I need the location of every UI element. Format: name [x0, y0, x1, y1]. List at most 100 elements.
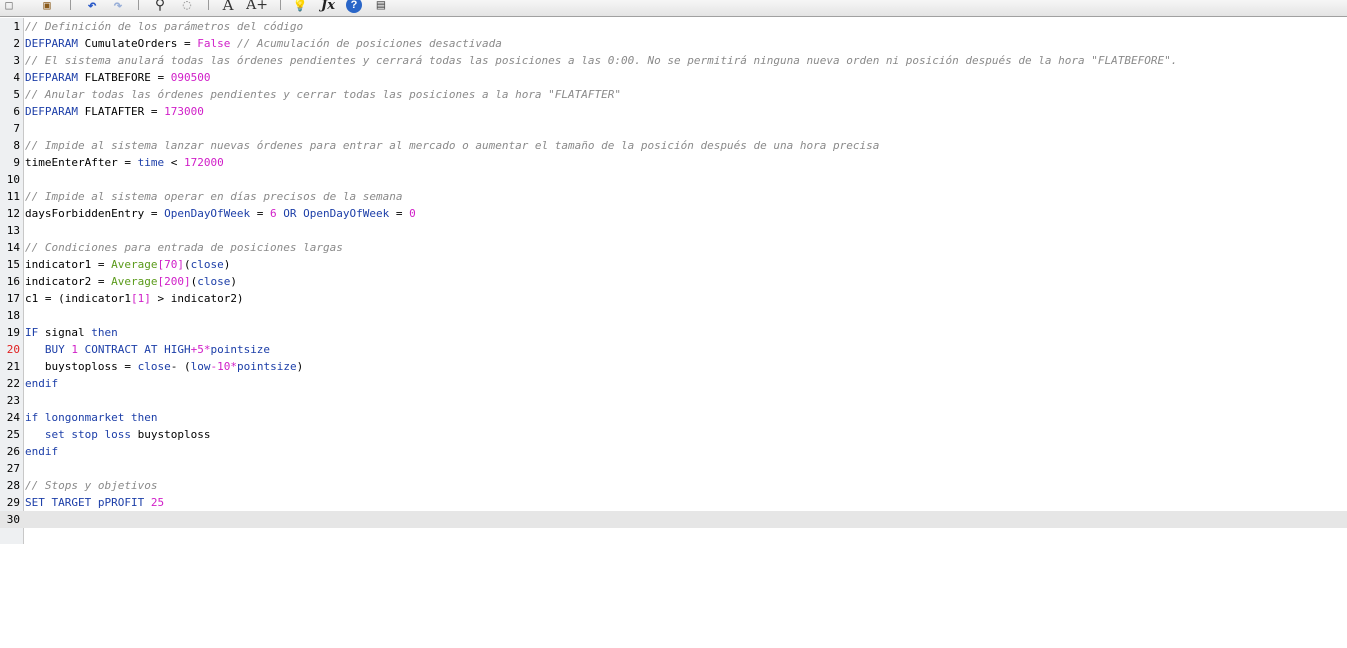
code-token: - ( [170, 360, 191, 373]
code-line[interactable]: 9 timeEnterAfter = time < 172000 [0, 154, 1347, 171]
line-number: 28 [6, 479, 20, 492]
code-token: = [389, 207, 410, 220]
line-number: 27 [6, 462, 20, 475]
code-line[interactable]: 27 [0, 460, 1347, 477]
code-token: CumulateOrders = [77, 37, 198, 50]
code-line[interactable]: 11 // Impide al sistema operar en días pr… [0, 188, 1347, 205]
line-number: 9 [13, 156, 20, 169]
code-line[interactable]: 14 // Condiciones para entrada de posicio… [0, 239, 1347, 256]
code-line[interactable]: 23 [0, 392, 1347, 409]
code-text: set stop loss buystoploss [25, 426, 211, 443]
line-number: 11 [6, 190, 20, 203]
code-token: daysForbiddenEntry = [25, 207, 165, 220]
code-token: longonmarket [44, 411, 125, 424]
code-token: buystoploss = [25, 360, 138, 373]
code-line[interactable]: 30 [0, 511, 1347, 528]
find-replace-icon[interactable]: ◌ [178, 0, 196, 13]
line-number: 26 [6, 445, 20, 458]
code-line[interactable]: 8 // Impide al sistema lanzar nuevas órde… [0, 137, 1347, 154]
font-increase-icon[interactable]: A+ [246, 0, 268, 13]
line-number: 10 [6, 173, 20, 186]
code-token: FLATAFTER = [77, 105, 165, 118]
code-line[interactable]: 10 [0, 171, 1347, 188]
line-number: 2 [13, 37, 20, 50]
code-text: // Impide al sistema lanzar nuevas órden… [25, 137, 879, 154]
code-line[interactable]: 5 // Anular todas las órdenes pendientes … [0, 86, 1347, 103]
code-text: buystoploss = close- (low-10*pointsize) [25, 358, 303, 375]
code-line[interactable]: 25 set stop loss buystoploss [0, 426, 1347, 443]
line-number: 22 [6, 377, 20, 390]
function-icon[interactable]: Jx [318, 0, 338, 13]
code-line[interactable]: 24 if longonmarket then [0, 409, 1347, 426]
code-line[interactable]: 19 IF signal then [0, 324, 1347, 341]
code-line[interactable]: 20 BUY 1 CONTRACT AT HIGH+5*pointsize [0, 341, 1347, 358]
code-line[interactable]: 29 SET TARGET pPROFIT 25 [0, 494, 1347, 511]
font-decrease-icon[interactable]: A [220, 0, 236, 14]
code-token: // Impide al sistema lanzar nuevas órden… [25, 139, 880, 152]
code-token: Average [111, 275, 158, 288]
code-text: DEFPARAM FLATBEFORE = 090500 [25, 69, 210, 86]
code-token: < [164, 156, 184, 169]
line-number: 3 [13, 54, 20, 67]
toolbar-separator [208, 0, 209, 10]
code-token: then [130, 411, 158, 424]
code-token: IF [25, 326, 39, 339]
code-line[interactable]: 15 indicator1 = Average[70](close) [0, 256, 1347, 273]
code-line[interactable]: 17 c1 = (indicator1[1] > indicator2) [0, 290, 1347, 307]
code-token: set stop loss [25, 428, 131, 441]
code-line[interactable]: 26 endif [0, 443, 1347, 460]
hint-bulb-icon[interactable]: 💡 [292, 0, 308, 13]
code-text: // Anular todas las órdenes pendientes y… [25, 86, 621, 103]
code-token: ( [183, 258, 191, 271]
code-line[interactable]: 13 [0, 222, 1347, 239]
undo-icon[interactable]: ↶ [84, 0, 100, 14]
code-token: OR [276, 207, 304, 220]
code-line[interactable]: 18 [0, 307, 1347, 324]
line-number: 30 [6, 513, 20, 526]
line-number: 4 [13, 71, 20, 84]
code-token: > indicator2) [150, 292, 244, 305]
code-line[interactable]: 3 // El sistema anulará todas las órdenes… [0, 52, 1347, 69]
code-line[interactable]: 12 daysForbiddenEntry = OpenDayOfWeek = 6… [0, 205, 1347, 222]
code-token: if [25, 411, 39, 424]
code-text: endif [25, 375, 58, 392]
code-token: OpenDayOfWeek [303, 207, 390, 220]
paste-icon[interactable]: ▣ [40, 0, 54, 13]
code-line[interactable]: 2 DEFPARAM CumulateOrders = False // Acum… [0, 35, 1347, 52]
toolbar-separator [70, 0, 71, 10]
search-icon[interactable]: ⚲ [152, 0, 168, 13]
line-number: 6 [13, 105, 20, 118]
code-token: timeEnterAfter = [25, 156, 138, 169]
code-token: ) [230, 275, 237, 288]
code-editor[interactable]: 1 // Definición de los parámetros del cód… [0, 18, 1347, 648]
code-token: [1] [130, 292, 151, 305]
code-token: Average [111, 258, 158, 271]
code-line[interactable]: 6 DEFPARAM FLATAFTER = 173000 [0, 103, 1347, 120]
code-token: close [137, 360, 171, 373]
code-token: FLATBEFORE = [77, 71, 171, 84]
code-token: low [190, 360, 211, 373]
code-token: close [190, 258, 224, 271]
code-line[interactable]: 1 // Definición de los parámetros del cód… [0, 18, 1347, 35]
code-token: signal [38, 326, 92, 339]
code-token: // Impide al sistema operar en días prec… [25, 190, 403, 203]
code-line[interactable]: 28 // Stops y objetivos [0, 477, 1347, 494]
code-line[interactable]: 7 [0, 120, 1347, 137]
code-token: ) [296, 360, 304, 373]
redo-icon[interactable]: ↷ [110, 0, 126, 14]
code-line[interactable]: 4 DEFPARAM FLATBEFORE = 090500 [0, 69, 1347, 86]
code-line[interactable]: 16 indicator2 = Average[200](close) [0, 273, 1347, 290]
code-text: // Condiciones para entrada de posicione… [25, 239, 343, 256]
code-line[interactable]: 21 buystoploss = close- (low-10*pointsiz… [0, 358, 1347, 375]
new-icon[interactable]: □ [2, 0, 16, 13]
line-number: 18 [6, 309, 20, 322]
code-token: 172000 [183, 156, 224, 169]
code-token: DEFPARAM [25, 71, 78, 84]
code-text: DEFPARAM FLATAFTER = 173000 [25, 103, 204, 120]
code-line[interactable]: 22 endif [0, 375, 1347, 392]
code-token: indicator1 = [25, 258, 112, 271]
code-text: indicator1 = Average[70](close) [25, 256, 230, 273]
help-icon[interactable]: ? [346, 0, 362, 13]
print-icon[interactable]: ▤ [372, 0, 390, 13]
code-token: // Acumulación de posiciones desactivada [230, 37, 502, 50]
